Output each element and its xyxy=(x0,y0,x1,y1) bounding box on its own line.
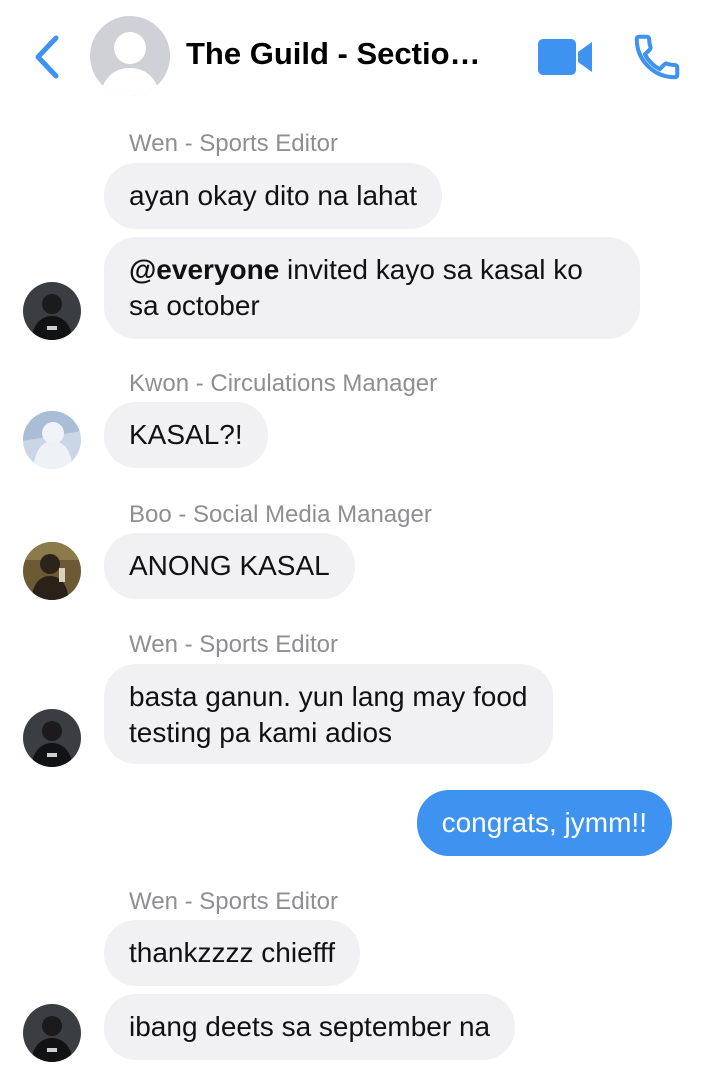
message-bubble[interactable]: ANONG KASAL xyxy=(104,533,355,599)
outgoing-message-bubble[interactable]: congrats, jymm!! xyxy=(416,790,672,856)
message-text: sa october xyxy=(129,290,260,321)
message-text: invited kayo sa kasal ko xyxy=(279,254,583,285)
avatar[interactable] xyxy=(23,542,81,600)
sender-name: Wen - Sports Editor xyxy=(129,130,338,157)
message-bubble[interactable]: thankzzzz chiefff xyxy=(104,920,360,986)
message-bubble[interactable]: @everyone invited kayo sa kasal ko sa oct… xyxy=(104,237,640,339)
chat-title[interactable]: The Guild - Sectio… xyxy=(186,36,506,72)
message-text: basta ganun. yun lang may food xyxy=(129,681,528,712)
mention: @everyone xyxy=(129,254,280,285)
group-avatar[interactable] xyxy=(90,16,170,96)
sender-name: Boo - Social Media Manager xyxy=(129,501,432,528)
message-bubble[interactable]: KASAL?! xyxy=(104,402,268,468)
video-camera-icon[interactable] xyxy=(536,36,594,78)
avatar[interactable] xyxy=(23,709,81,767)
sender-name: Kwon - Circulations Manager xyxy=(129,370,438,397)
avatar[interactable] xyxy=(23,1004,81,1062)
message-bubble[interactable]: ayan okay dito na lahat xyxy=(104,163,442,229)
message-bubble[interactable]: basta ganun. yun lang may food testing pa… xyxy=(104,664,553,764)
avatar[interactable] xyxy=(23,411,81,469)
back-chevron-icon[interactable] xyxy=(28,32,68,82)
message-bubble[interactable]: ibang deets sa september na xyxy=(104,994,516,1060)
chat-header: The Guild - Sectio… xyxy=(0,0,720,118)
message-text: testing pa kami adios xyxy=(129,717,393,748)
sender-name: Wen - Sports Editor xyxy=(129,888,338,915)
sender-name: Wen - Sports Editor xyxy=(129,631,338,658)
phone-icon[interactable] xyxy=(630,30,684,84)
message-list: Wen - Sports Editor ayan okay dito na la… xyxy=(0,118,720,1077)
avatar[interactable] xyxy=(23,282,81,340)
